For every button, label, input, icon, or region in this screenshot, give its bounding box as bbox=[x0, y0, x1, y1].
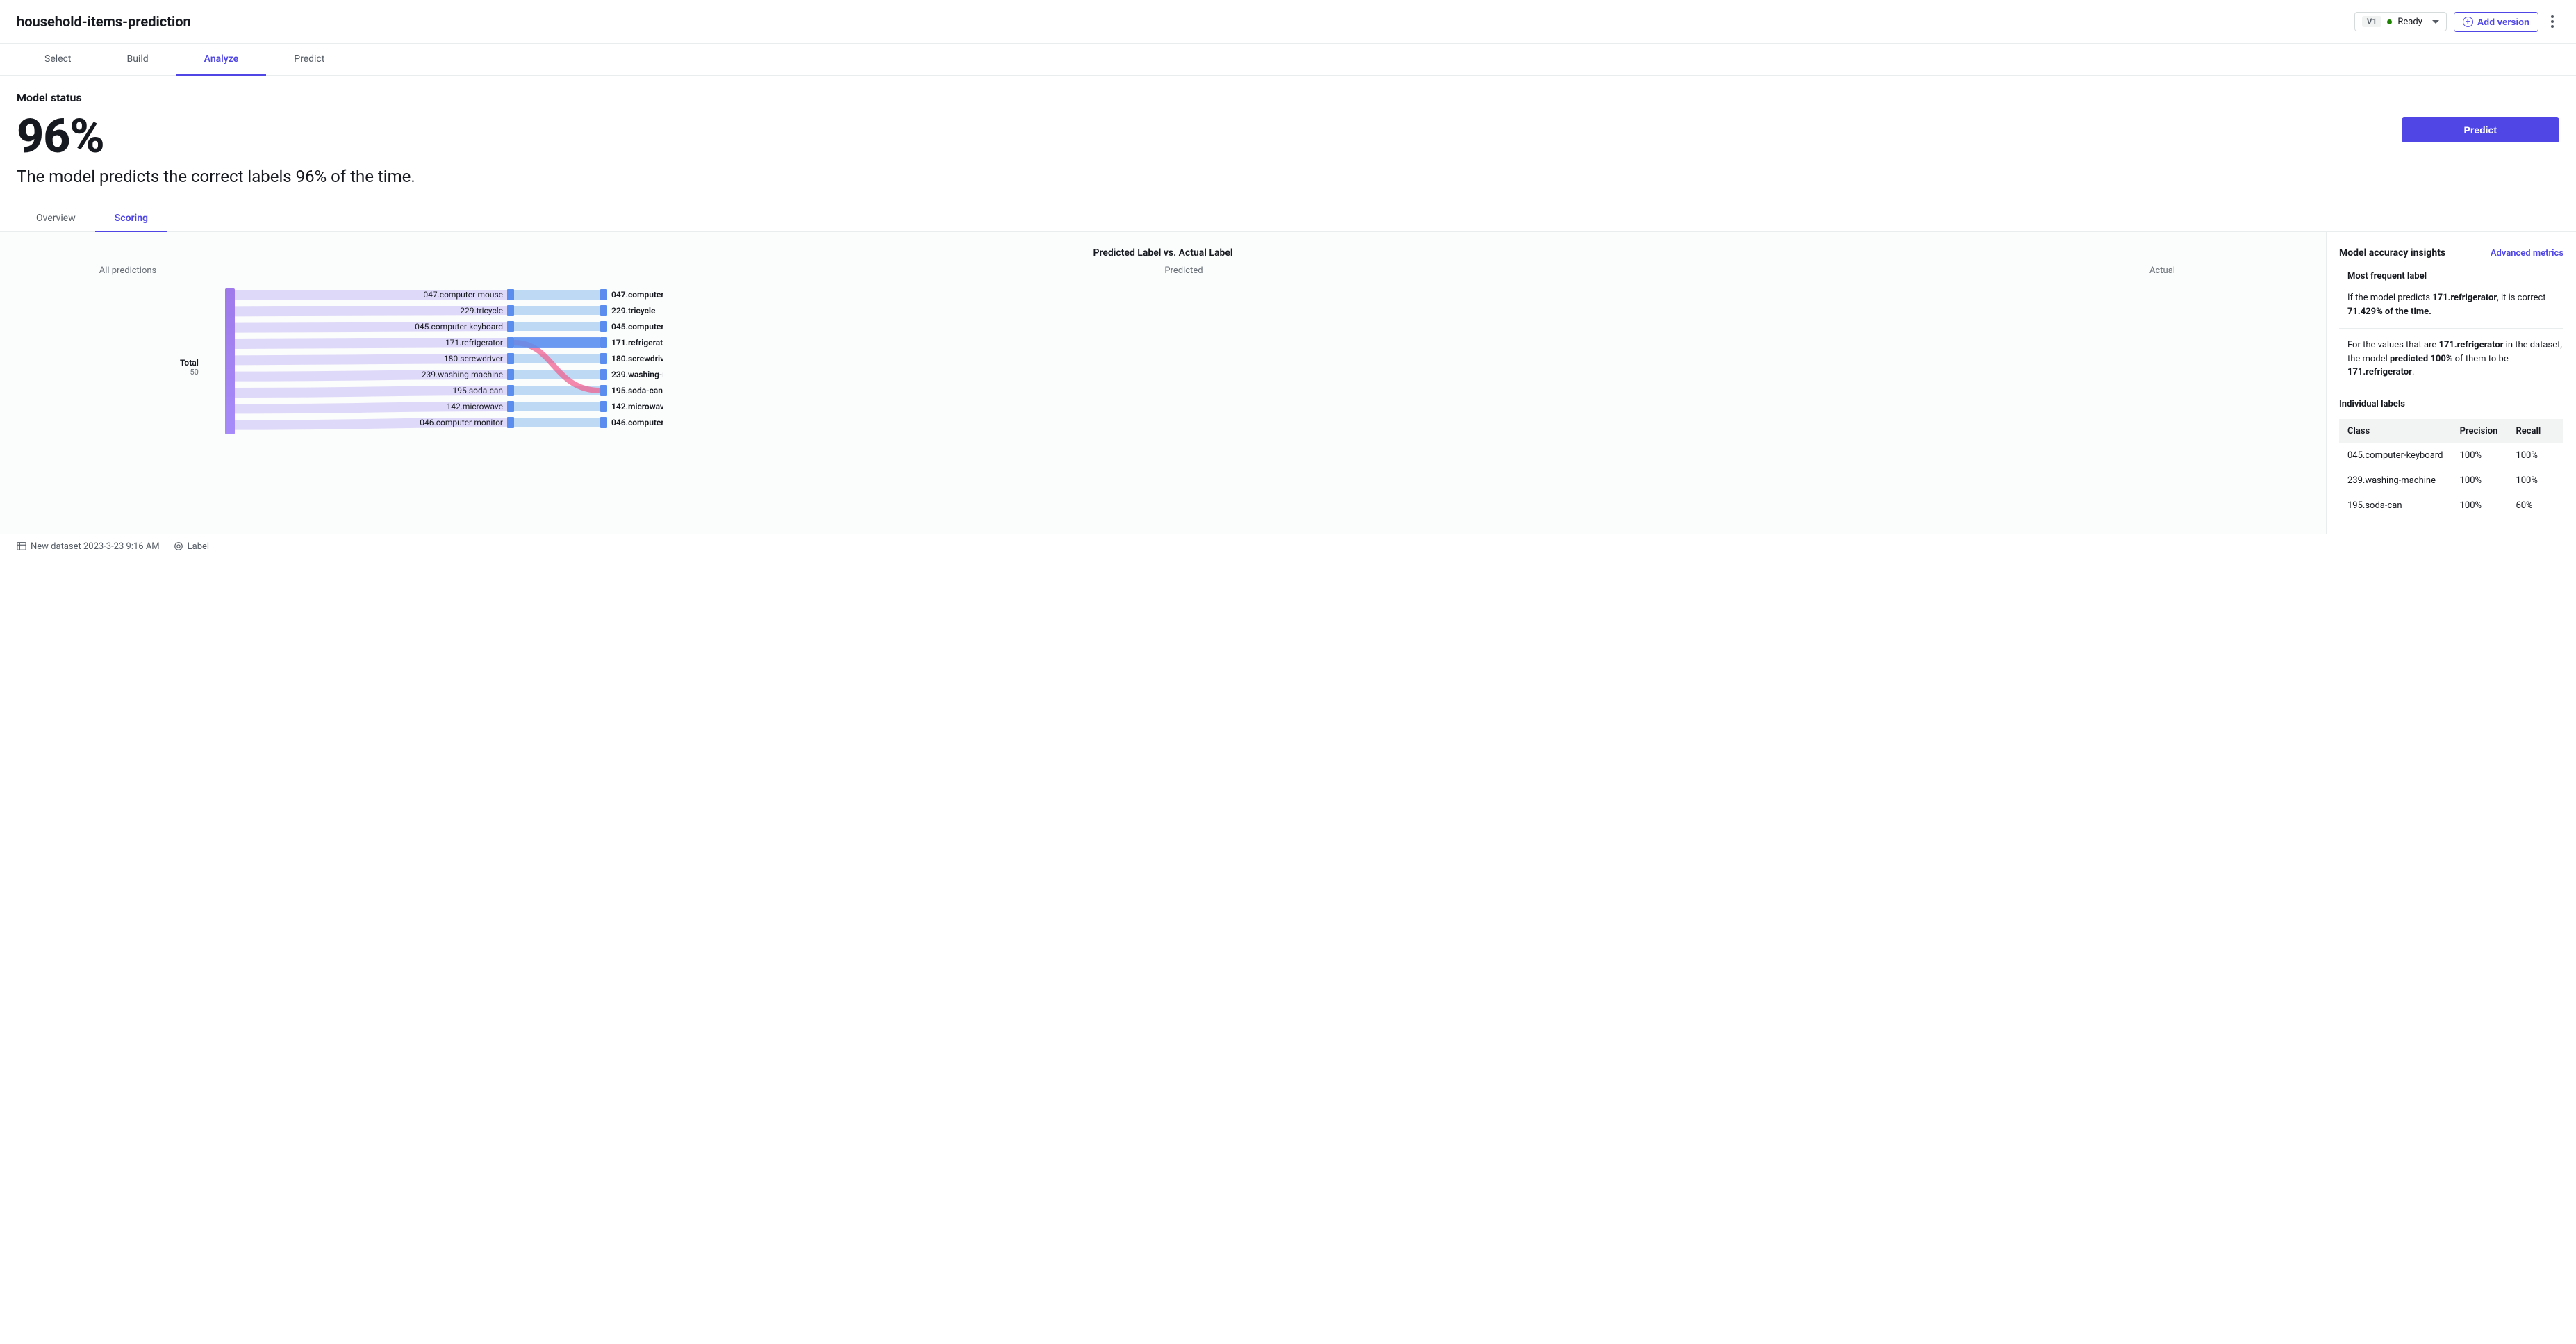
insight-paragraph-1: If the model predicts 171.refrigerator, … bbox=[2339, 291, 2563, 329]
footer-bar: New dataset 2023-3-23 9:16 AM Label bbox=[0, 534, 2576, 559]
table-row[interactable]: 045.computer-keyboard100%100% bbox=[2339, 443, 2563, 468]
version-status-text: Ready bbox=[2397, 17, 2422, 27]
version-selector[interactable]: V1 Ready bbox=[2354, 12, 2447, 31]
table-row[interactable]: 195.soda-can100%60% bbox=[2339, 493, 2563, 518]
insights-table-body: 045.computer-keyboard100%100%239.washing… bbox=[2339, 443, 2563, 518]
table-row[interactable]: 239.washing-machine100%100% bbox=[2339, 468, 2563, 493]
model-status-percent: 96% bbox=[17, 108, 415, 164]
predicted-node[interactable]: 229.tricycle bbox=[406, 304, 514, 317]
model-status-section: Model status 96% The model predicts the … bbox=[0, 76, 2576, 186]
col-header-all: All predictions bbox=[17, 265, 239, 276]
actual-node[interactable]: 180.screwdriv bbox=[600, 352, 663, 365]
main-content: Predicted Label vs. Actual Label All pre… bbox=[0, 232, 2576, 534]
chart-column-headers: All predictions Predicted Actual bbox=[17, 265, 2309, 276]
sankey-diagram: Total 50 047.computer-mouse229.tricycle0… bbox=[183, 288, 2309, 441]
total-label: Total 50 bbox=[180, 358, 199, 377]
actual-node[interactable]: 047.computer- bbox=[600, 288, 663, 301]
main-nav-tabs: Select Build Analyze Predict bbox=[0, 44, 2576, 76]
predicted-node[interactable]: 045.computer-keyboard bbox=[406, 320, 514, 333]
actual-node[interactable]: 045.computer- bbox=[600, 320, 663, 333]
insight-paragraph-2: For the values that are 171.refrigerator… bbox=[2339, 338, 2563, 389]
actual-node[interactable]: 195.soda-can bbox=[600, 384, 663, 397]
actual-node[interactable]: 239.washing-m bbox=[600, 368, 663, 381]
insights-table-header: Class Precision Recall bbox=[2339, 419, 2563, 443]
actual-node[interactable]: 229.tricycle bbox=[600, 304, 663, 317]
predicted-node[interactable]: 171.refrigerator bbox=[406, 336, 514, 349]
predicted-node[interactable]: 180.screwdriver bbox=[406, 352, 514, 365]
model-status-description: The model predicts the correct labels 96… bbox=[17, 167, 415, 186]
predicted-node[interactable]: 239.washing-machine bbox=[406, 368, 514, 381]
actual-node[interactable]: 171.refrigerat bbox=[600, 336, 663, 349]
actual-node[interactable]: 142.microwav bbox=[600, 400, 663, 413]
individual-labels-header: Individual labels bbox=[2339, 399, 2563, 409]
more-actions-button[interactable] bbox=[2545, 10, 2559, 33]
predicted-column: 047.computer-mouse 229.tricycle 045.comput… bbox=[406, 288, 514, 432]
footer-label[interactable]: Label bbox=[174, 541, 209, 552]
predicted-node[interactable]: 195.soda-can bbox=[406, 384, 514, 397]
dataset-icon bbox=[17, 541, 26, 551]
chart-area: Predicted Label vs. Actual Label All pre… bbox=[0, 232, 2326, 534]
sub-tab-scoring[interactable]: Scoring bbox=[95, 206, 167, 232]
predict-button[interactable]: Predict bbox=[2402, 117, 2559, 142]
page-title: household-items-prediction bbox=[17, 13, 191, 30]
advanced-metrics-link[interactable]: Advanced metrics bbox=[2491, 248, 2563, 259]
model-status-label: Model status bbox=[17, 91, 415, 104]
col-header-actual: Actual bbox=[2129, 265, 2309, 276]
footer-dataset[interactable]: New dataset 2023-3-23 9:16 AM bbox=[17, 541, 160, 552]
col-header-predicted: Predicted bbox=[239, 265, 2129, 276]
tab-build[interactable]: Build bbox=[99, 44, 176, 75]
sub-tab-overview[interactable]: Overview bbox=[17, 206, 95, 231]
insights-title: Model accuracy insights bbox=[2339, 247, 2445, 259]
tab-analyze[interactable]: Analyze bbox=[176, 44, 267, 76]
predicted-node[interactable]: 047.computer-mouse bbox=[406, 288, 514, 301]
status-dot-icon bbox=[2387, 19, 2392, 24]
tab-select[interactable]: Select bbox=[17, 44, 99, 75]
insights-panel: Model accuracy insights Advanced metrics… bbox=[2326, 232, 2576, 534]
predicted-node[interactable]: 046.computer-monitor bbox=[406, 416, 514, 429]
version-tag: V1 bbox=[2362, 16, 2382, 27]
actual-node[interactable]: 046.computer- bbox=[600, 416, 663, 429]
tab-predict[interactable]: Predict bbox=[266, 44, 352, 75]
chart-title: Predicted Label vs. Actual Label bbox=[17, 247, 2309, 259]
most-frequent-header: Most frequent label bbox=[2347, 271, 2563, 281]
add-version-label: Add version bbox=[2477, 17, 2529, 27]
page-header: household-items-prediction V1 Ready + Ad… bbox=[0, 0, 2576, 44]
predicted-node[interactable]: 142.microwave bbox=[406, 400, 514, 413]
plus-circle-icon: + bbox=[2463, 17, 2473, 27]
sub-nav-tabs: Overview Scoring bbox=[0, 186, 2576, 232]
target-icon bbox=[174, 541, 183, 551]
header-actions: V1 Ready + Add version bbox=[2354, 10, 2559, 33]
add-version-button[interactable]: + Add version bbox=[2454, 12, 2538, 32]
chevron-down-icon bbox=[2432, 20, 2439, 24]
total-node[interactable] bbox=[225, 288, 235, 434]
actual-column: 047.computer- 229.tricycle 045.computer- 17… bbox=[600, 288, 663, 432]
